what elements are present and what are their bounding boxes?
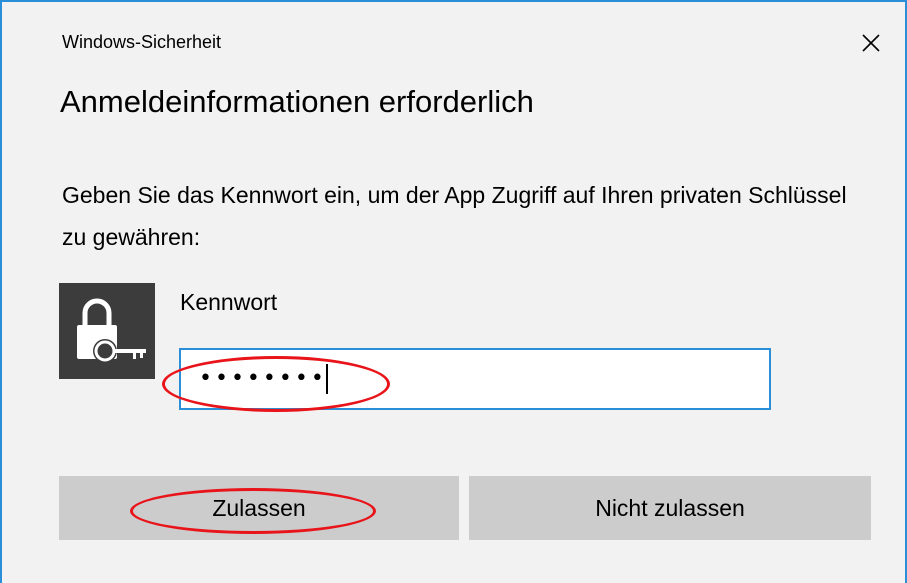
allow-button[interactable]: Zulassen [59,476,459,540]
credential-tile [59,283,155,379]
close-icon [862,34,880,52]
password-value: •••••••• [199,364,328,394]
deny-button[interactable]: Nicht zulassen [469,476,871,540]
password-field[interactable]: •••••••• [179,348,771,410]
text-caret [325,364,328,394]
password-dots: •••••••• [199,366,327,391]
security-dialog: Windows-Sicherheit Anmeldeinformationen … [0,0,907,583]
password-label: Kennwort [180,289,278,315]
dialog-description: Geben Sie das Kennwort ein, um der App Z… [62,182,847,250]
dialog-heading: Anmeldeinformationen erforderlich [60,84,534,119]
close-button[interactable] [858,30,884,56]
window-title: Windows-Sicherheit [62,32,222,52]
lock-key-icon [77,298,146,363]
